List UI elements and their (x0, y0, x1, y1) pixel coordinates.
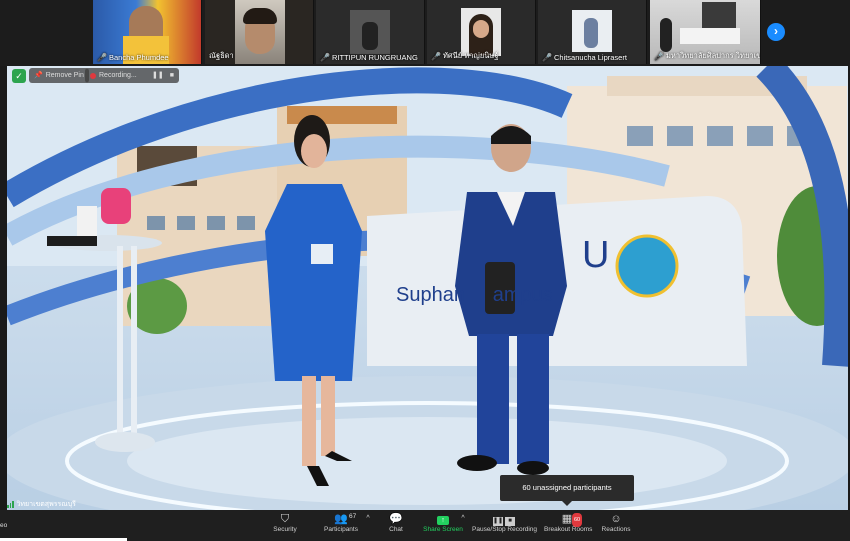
mic-muted-icon: 🎤 (320, 53, 330, 62)
main-video: U Suphan ampus ✓ 📌 Remove Pin Recording.… (7, 66, 848, 510)
reactions-icon: ☺ (610, 513, 622, 525)
signal-bars-icon (7, 501, 14, 508)
chevron-up-icon: ^ (366, 515, 370, 522)
backdrop-campus-text: Suphan ampus (396, 284, 553, 306)
tooltip-text: 60 unassigned participants (522, 483, 612, 492)
breakout-rooms-icon: ▦ (561, 513, 573, 525)
share-screen-button[interactable]: ↑ Share Screen (423, 512, 463, 533)
participants-caret[interactable]: ^ (364, 512, 372, 526)
participants-label: Participants (324, 526, 358, 533)
participant-name: Bancha Phumdee (108, 53, 169, 62)
gallery-strip: 🎤 Bancha Phumdee ณัฐธิดา 🎤 RITTIPUN RUNGRU… (0, 0, 850, 66)
chat-label: Chat (389, 526, 403, 533)
breakout-badge: 60 (572, 513, 583, 527)
security-shield-icon: ✓ (12, 69, 26, 83)
chevron-up-icon: ^ (461, 515, 465, 522)
participant-tile[interactable]: 🎤 Chitsanucha Liprasert (538, 0, 647, 64)
participant-name: RITTIPUN RUNGRUANG (331, 53, 418, 62)
remove-pin-label: Remove Pin (45, 72, 84, 79)
pause-icon[interactable]: ❚❚ (152, 68, 164, 83)
chat-button[interactable]: 💬 Chat (386, 512, 406, 533)
share-screen-label: Share Screen (423, 526, 463, 533)
pause-stop-recording-button[interactable]: ❚❚ ■ Pause/Stop Recording (472, 512, 538, 533)
meeting-toolbar: eo ⛉ Security 👥 67 Participants ^ 💬 Chat … (0, 510, 850, 541)
participant-tile[interactable]: 🎤มหาวิทยาลัยศิลปากร วิทยาเขต... (650, 0, 761, 64)
mic-muted-icon: 🎤 (654, 51, 664, 61)
mic-muted-icon: 🎤 (542, 53, 552, 62)
mic-muted-icon: 🎤 (431, 51, 441, 61)
pause-stop-icon: ❚❚ ■ (472, 512, 536, 526)
chat-icon: 💬 (389, 513, 403, 525)
recording-label: Recording... (99, 72, 137, 79)
participant-name: มหาวิทยาลัยศิลปากร วิทยาเขต... (665, 51, 761, 60)
participant-tile[interactable]: 🎤 RITTIPUN RUNGRUANG (316, 0, 425, 64)
reactions-button[interactable]: ☺ Reactions (601, 512, 631, 533)
participant-tile[interactable]: ณัฐธิดา (205, 0, 314, 64)
share-screen-icon: ↑ (423, 512, 463, 526)
mic-muted-icon: 🎤 (97, 53, 107, 62)
pin-icon: 📌 (34, 72, 43, 79)
security-label: Security (273, 526, 297, 533)
participants-count: 67 (349, 513, 357, 520)
stop-icon[interactable]: ■ (170, 68, 174, 83)
pause-stop-recording-label: Pause/Stop Recording (472, 526, 538, 533)
connection-indicator: วิทยาเขตสุพรรณบุรี (7, 499, 76, 510)
participants-button[interactable]: 👥 67 Participants (322, 512, 360, 533)
security-button[interactable]: ⛉ Security (271, 512, 299, 533)
participant-tile[interactable]: 🎤 Bancha Phumdee (93, 0, 202, 64)
reactions-label: Reactions (601, 526, 631, 533)
shield-icon: ⛉ (280, 513, 290, 525)
backdrop-text: U (582, 234, 610, 276)
video-button-partial[interactable]: eo (0, 522, 7, 529)
participant-tile[interactable]: 🎤 ทัศนีย์ หาญ่ยนิษฐ์ (427, 0, 536, 64)
chevron-right-icon[interactable]: › (767, 23, 785, 41)
active-speaker-name: วิทยาเขตสุพรรณบุรี (16, 501, 76, 508)
participant-name: Chitsanucha Liprasert (553, 53, 627, 62)
unassigned-participants-tooltip: 60 unassigned participants (500, 475, 634, 506)
remove-pin-button[interactable]: 📌 Remove Pin (29, 68, 89, 83)
recording-icon (90, 72, 96, 79)
participant-name: ทัศนีย์ หาญ่ยนิษฐ์ (442, 51, 499, 60)
breakout-rooms-label: Breakout Rooms (544, 526, 593, 533)
recording-indicator: Recording... ❚❚ ■ (85, 68, 179, 83)
participant-name: ณัฐธิดา (209, 51, 234, 60)
breakout-rooms-button[interactable]: ▦ 60 Breakout Rooms (544, 512, 593, 533)
share-screen-caret[interactable]: ^ (459, 512, 467, 526)
participants-icon: 👥 (334, 513, 348, 525)
